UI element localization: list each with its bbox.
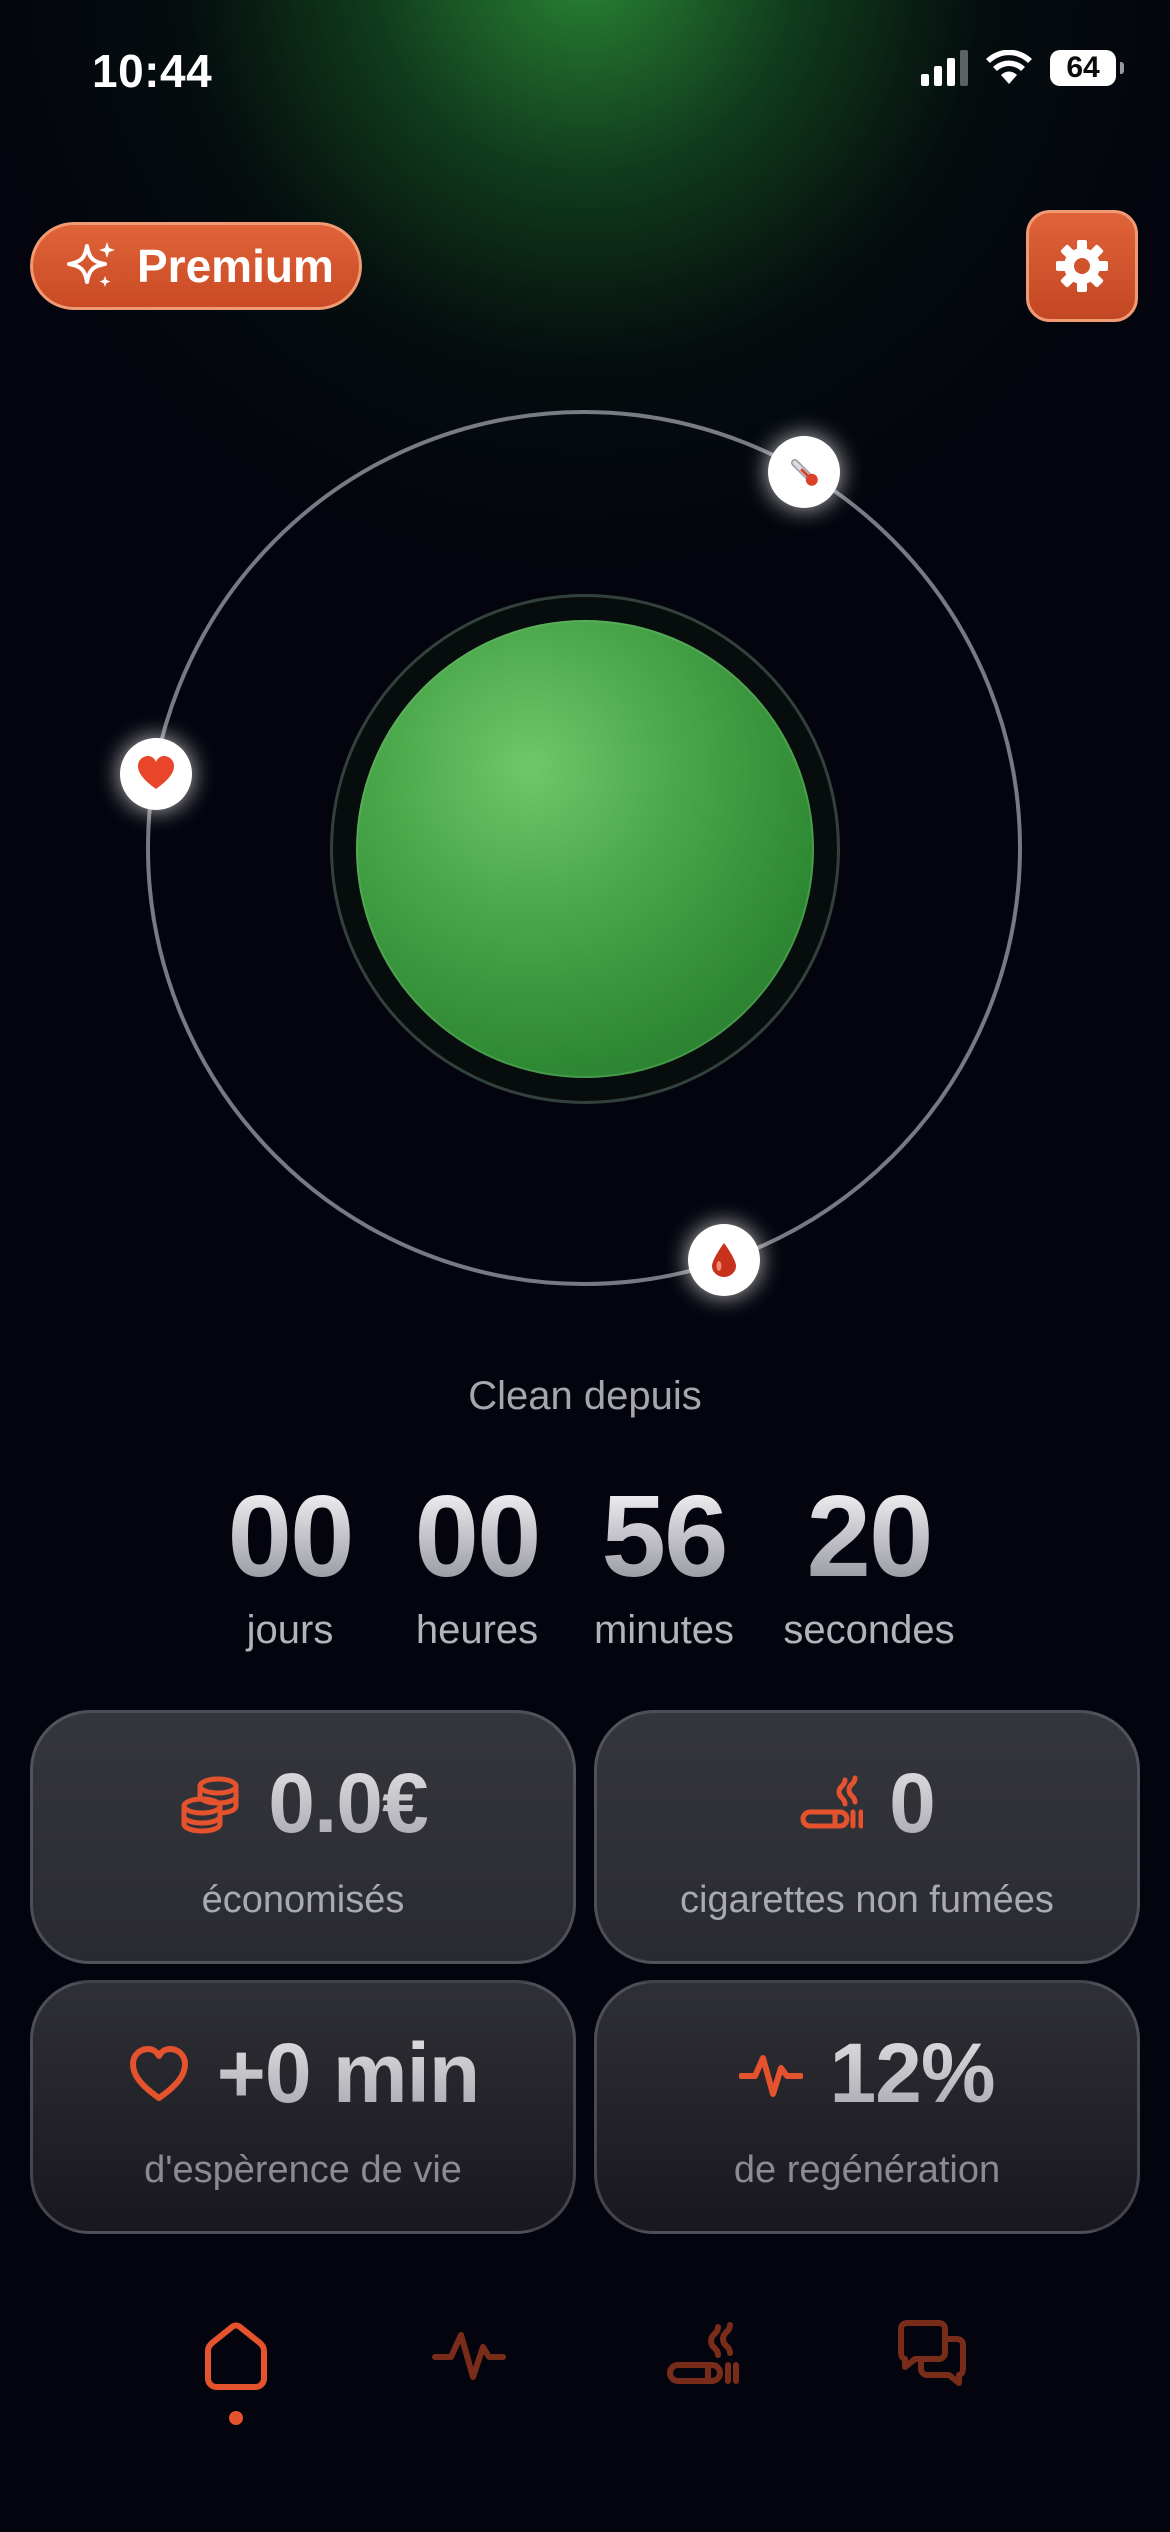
cigarette-icon bbox=[800, 1775, 864, 1828]
heart-outline-icon bbox=[129, 2045, 188, 2101]
gear-icon bbox=[1056, 240, 1108, 292]
battery-icon: 64 bbox=[1050, 50, 1124, 86]
timer-seconds: 20 secondes bbox=[766, 1476, 972, 1653]
stat-label: économisés bbox=[201, 1879, 405, 1921]
stat-value: 12% bbox=[829, 2026, 995, 2120]
timer-caption: Clean depuis bbox=[468, 1374, 702, 1418]
orbit-marker-heart[interactable] bbox=[120, 738, 192, 810]
stat-card-life-expectancy[interactable]: +0 min d'espèrence de vie bbox=[30, 1980, 576, 2234]
timer-label: jours bbox=[246, 1608, 334, 1652]
thermometer-icon bbox=[791, 459, 818, 486]
timer-days: 00 jours bbox=[210, 1476, 370, 1653]
tab-activity[interactable] bbox=[424, 2310, 514, 2400]
stat-card-cigarettes[interactable]: 0 cigarettes non fumées bbox=[594, 1710, 1140, 1964]
timer-label: minutes bbox=[593, 1608, 735, 1652]
status-icons: 64 bbox=[921, 50, 1124, 86]
timer-hours: 00 heures bbox=[397, 1476, 557, 1653]
stat-label: d'espèrence de vie bbox=[144, 2149, 462, 2191]
wifi-icon bbox=[986, 50, 1032, 84]
timer-value: 00 bbox=[210, 1476, 370, 1596]
tab-home[interactable] bbox=[191, 2310, 281, 2400]
signal-icon bbox=[921, 50, 968, 86]
premium-button[interactable]: Premium bbox=[30, 222, 362, 310]
stat-card-savings[interactable]: 0.0€ économisés bbox=[30, 1710, 576, 1964]
chat-icon bbox=[898, 2320, 966, 2386]
timer-value: 20 bbox=[766, 1476, 972, 1596]
active-tab-indicator bbox=[229, 2411, 243, 2425]
stat-value: +0 min bbox=[216, 2026, 480, 2120]
tab-cigarettes[interactable] bbox=[657, 2310, 747, 2400]
stat-value: 0 bbox=[889, 1756, 936, 1850]
orbit-marker-thermometer[interactable] bbox=[768, 436, 840, 508]
cigarette-icon bbox=[667, 2322, 739, 2384]
progress-sphere[interactable] bbox=[356, 620, 814, 1078]
sparkles-icon bbox=[67, 242, 115, 287]
timer-label: secondes bbox=[783, 1608, 955, 1652]
timer-value: 56 bbox=[584, 1476, 744, 1596]
stat-card-regeneration[interactable]: 12% de regénération bbox=[594, 1980, 1140, 2234]
status-time: 10:44 bbox=[92, 45, 213, 97]
timer-minutes: 56 minutes bbox=[584, 1476, 744, 1653]
home-icon bbox=[205, 2322, 267, 2390]
coins-icon bbox=[181, 1776, 239, 1834]
settings-button[interactable] bbox=[1026, 210, 1138, 322]
tab-chat[interactable] bbox=[888, 2310, 978, 2400]
heart-icon bbox=[138, 756, 174, 789]
orbit-marker-blood-drop[interactable] bbox=[688, 1224, 760, 1296]
timer-value: 00 bbox=[397, 1476, 557, 1596]
stat-label: cigarettes non fumées bbox=[680, 1879, 1054, 1921]
stat-label: de regénération bbox=[733, 2149, 1001, 2191]
premium-label: Premium bbox=[137, 240, 334, 292]
pulse-icon bbox=[739, 2054, 804, 2097]
stat-value: 0.0€ bbox=[268, 1756, 428, 1850]
blood-drop-icon bbox=[712, 1243, 736, 1277]
activity-icon bbox=[432, 2332, 506, 2380]
timer-label: heures bbox=[415, 1608, 539, 1652]
